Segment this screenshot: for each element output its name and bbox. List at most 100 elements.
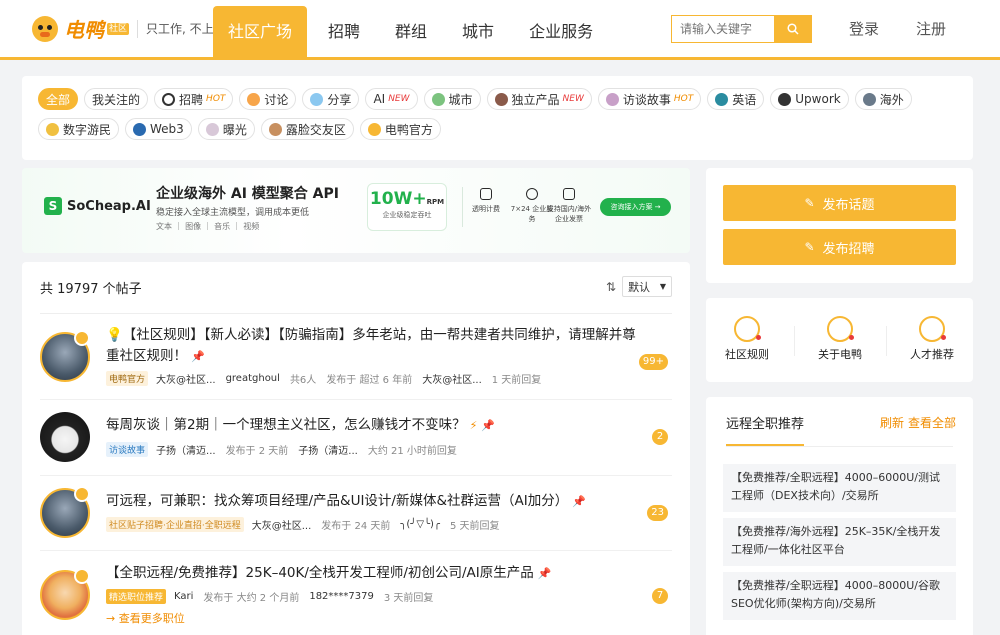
post-title[interactable]: 每周灰谈｜第2期｜一个理想主义社区，怎么赚钱才不变味？ ⚡ 📌 <box>106 415 646 436</box>
tag-ai[interactable]: AI NEW <box>365 88 418 110</box>
search-input[interactable] <box>671 15 774 43</box>
register-link[interactable]: 注册 <box>916 18 946 39</box>
category-tags: 全部 我关注的 招聘 HOT 讨论 分享 AI NEW 城市 独立产品 NEW 访谈故… <box>22 76 973 160</box>
tag-social[interactable]: 露脸交友区 <box>260 118 354 140</box>
list-item[interactable]: 【免费推荐/全职远程】4000–6000U/测试工程师（DEX技术向）/交易所 <box>723 464 956 512</box>
post-author[interactable]: Kari <box>174 591 193 602</box>
link-about[interactable]: 关于电鸭 <box>802 316 878 362</box>
publish-topic-button[interactable]: ✎ 发布话题 <box>723 185 956 221</box>
tag-label: 独立产品 <box>511 92 560 107</box>
tag-upwork[interactable]: Upwork <box>770 88 849 110</box>
headset-icon <box>526 188 538 200</box>
view-all-link[interactable]: 查看全部 <box>908 416 956 430</box>
ad-banner[interactable]: S SoCheap.AI 企业级海外 AI 模型聚合 API 稳定接入全球主流模… <box>22 168 690 253</box>
tag-label: 分享 <box>327 92 352 107</box>
post-replier[interactable]: 182****7379 <box>309 591 374 602</box>
post-label[interactable]: 社区贴子招聘·企业直招·全职远程 <box>106 517 244 532</box>
tag-share[interactable]: 分享 <box>302 88 360 110</box>
link-talent[interactable]: 人才推荐 <box>894 316 970 362</box>
post-replier[interactable]: 大灰@社区... <box>422 371 482 386</box>
post-replied: 1 天前回复 <box>491 375 542 386</box>
list-divider <box>40 475 672 476</box>
nav-enterprise-services[interactable]: 企业服务 <box>515 6 607 57</box>
link-label: 关于电鸭 <box>818 348 862 361</box>
post-title-text: 每周灰谈｜第2期｜一个理想主义社区，怎么赚钱才不变味？ <box>106 417 466 433</box>
tag-label: 数字游民 <box>63 122 112 137</box>
publish-topic-label: 发布话题 <box>822 197 875 213</box>
tag-label: 电鸭官方 <box>384 122 433 137</box>
sort-icon: ⇅ <box>606 279 617 294</box>
view-more-jobs-link[interactable]: → 查看更多职位 <box>106 610 185 626</box>
post-replier[interactable]: ╮(╯▽╰)╭ <box>400 519 440 530</box>
tag-exposure[interactable]: 曝光 <box>197 118 255 140</box>
tag-city[interactable]: 城市 <box>423 88 481 110</box>
login-link[interactable]: 登录 <box>849 18 879 39</box>
feature-label: 透明计费 <box>472 205 500 213</box>
post-title[interactable]: 【全职远程/免费推荐】25K–40K/全栈开发工程师/初创公司/AI原生产品 📌 <box>106 563 646 584</box>
pin-icon: 📌 <box>537 567 552 580</box>
post-count: 共 19797 个帖子 <box>40 282 142 297</box>
post-author[interactable]: 子扬（清迈... <box>156 442 216 457</box>
reply-count: 99+ <box>638 354 668 370</box>
tag-official[interactable]: 电鸭官方 <box>359 118 441 140</box>
tag-all[interactable]: 全部 <box>38 88 79 110</box>
link-community-rules[interactable]: 社区规则 <box>709 316 785 362</box>
tag-discussion[interactable]: 讨论 <box>239 88 297 110</box>
post-replier[interactable]: 子扬（清迈... <box>298 442 358 457</box>
post-label[interactable]: 访谈故事 <box>106 442 149 457</box>
tag-label: 露脸交友区 <box>285 122 346 137</box>
refresh-link[interactable]: 刷新 <box>880 416 904 430</box>
tag-label: Upwork <box>795 92 841 106</box>
tag-recruitment[interactable]: 招聘 HOT <box>154 88 234 110</box>
tag-label: 招聘 <box>179 92 204 107</box>
tag-digital-nomad[interactable]: 数字游民 <box>38 118 120 140</box>
tag-following[interactable]: 我关注的 <box>84 88 149 110</box>
discussion-icon <box>247 92 261 106</box>
banner-cta-button[interactable]: 咨询接入方案 → <box>600 198 671 216</box>
post-author[interactable]: 大灰@社区... <box>156 371 216 386</box>
remote-jobs-actions: 刷新 查看全部 <box>876 414 956 431</box>
list-item[interactable]: 【免费推荐/海外远程】25K–35K/全栈开发工程师/一体化社区平台 <box>723 518 956 566</box>
search-box <box>671 15 812 43</box>
reply-count: 2 <box>652 429 668 445</box>
search-button[interactable] <box>774 15 812 43</box>
pencil-icon: ✎ <box>804 196 815 210</box>
list-item[interactable]: 【免费推荐/全职远程】4000–8000U/谷歌SEO优化师(架构方向)/交易所 <box>723 572 956 620</box>
nav-community-square[interactable]: 社区广场 <box>213 6 308 57</box>
tag-label: 曝光 <box>222 122 247 137</box>
post-title[interactable]: 💡【社区规则】【新人必读】【防骗指南】多年老站，由一帮共建者共同维护，请理解并尊… <box>106 325 646 367</box>
site-logo[interactable]: 电鸭 社区 只工作, 不上班 <box>32 14 226 43</box>
panel-divider <box>726 446 953 447</box>
stat-value: 10W+ <box>369 189 427 209</box>
nav-cities[interactable]: 城市 <box>448 6 508 57</box>
list-item[interactable]: 💡【社区规则】【新人必读】【防骗指南】多年老站，由一帮共建者共同维护，请理解并尊… <box>40 327 672 400</box>
remote-jobs-panel: 远程全职推荐 刷新 查看全部 【免费推荐/全职远程】4000–6000U/测试工程… <box>706 397 973 635</box>
banner-subtitle: 稳定接入全球主流模型，调用成本更低 <box>156 208 310 218</box>
upwork-icon <box>778 92 792 106</box>
tag-english[interactable]: 英语 <box>707 88 765 110</box>
post-published: 发布于 大约 2 个月前 <box>203 593 300 604</box>
post-author[interactable]: 大灰@社区... <box>252 517 312 532</box>
stat-label: 企业级稳定吞吐 <box>382 211 432 219</box>
tag-overseas[interactable]: 海外 <box>854 88 912 110</box>
post-title[interactable]: 可远程，可兼职：找众筹项目经理/产品&UI设计/新媒体&社群运营（AI加分） 📌 <box>106 491 646 512</box>
post-label[interactable]: 电鸭官方 <box>106 371 149 386</box>
post-label[interactable]: 精选职位推荐 <box>106 589 167 604</box>
tag-web3[interactable]: Web3 <box>125 118 192 140</box>
share-icon <box>310 92 324 106</box>
tag-indie-products[interactable]: 独立产品 NEW <box>486 88 592 110</box>
main-nav: 社区广场 招聘 群组 城市 企业服务 <box>213 6 614 60</box>
logo-divider <box>137 19 139 38</box>
post-coauthor[interactable]: greatghoul <box>226 373 280 384</box>
post-title-text: 可远程，可兼职：找众筹项目经理/产品&UI设计/新媒体&社群运营（AI加分） <box>106 493 569 509</box>
nav-groups[interactable]: 群组 <box>381 6 441 57</box>
list-item[interactable]: 可远程，可兼职：找众筹项目经理/产品&UI设计/新媒体&社群运营（AI加分） 📌 … <box>40 486 672 558</box>
sort-select[interactable]: 默认 ▼ <box>622 276 673 297</box>
post-meta: 精选职位推荐 Kari 发布于 大约 2 个月前 182****7379 3 天… <box>106 589 443 604</box>
tag-interviews[interactable]: 访谈故事 HOT <box>597 88 702 110</box>
sort-control: ⇅ 默认 ▼ <box>606 276 673 297</box>
nav-recruitment[interactable]: 招聘 <box>314 6 374 57</box>
list-item[interactable]: 每周灰谈｜第2期｜一个理想主义社区，怎么赚钱才不变味？ ⚡ 📌 访谈故事 子扬（清迈… <box>40 410 672 480</box>
avatar[interactable] <box>40 412 90 462</box>
publish-job-button[interactable]: ✎ 发布招聘 <box>723 229 956 265</box>
